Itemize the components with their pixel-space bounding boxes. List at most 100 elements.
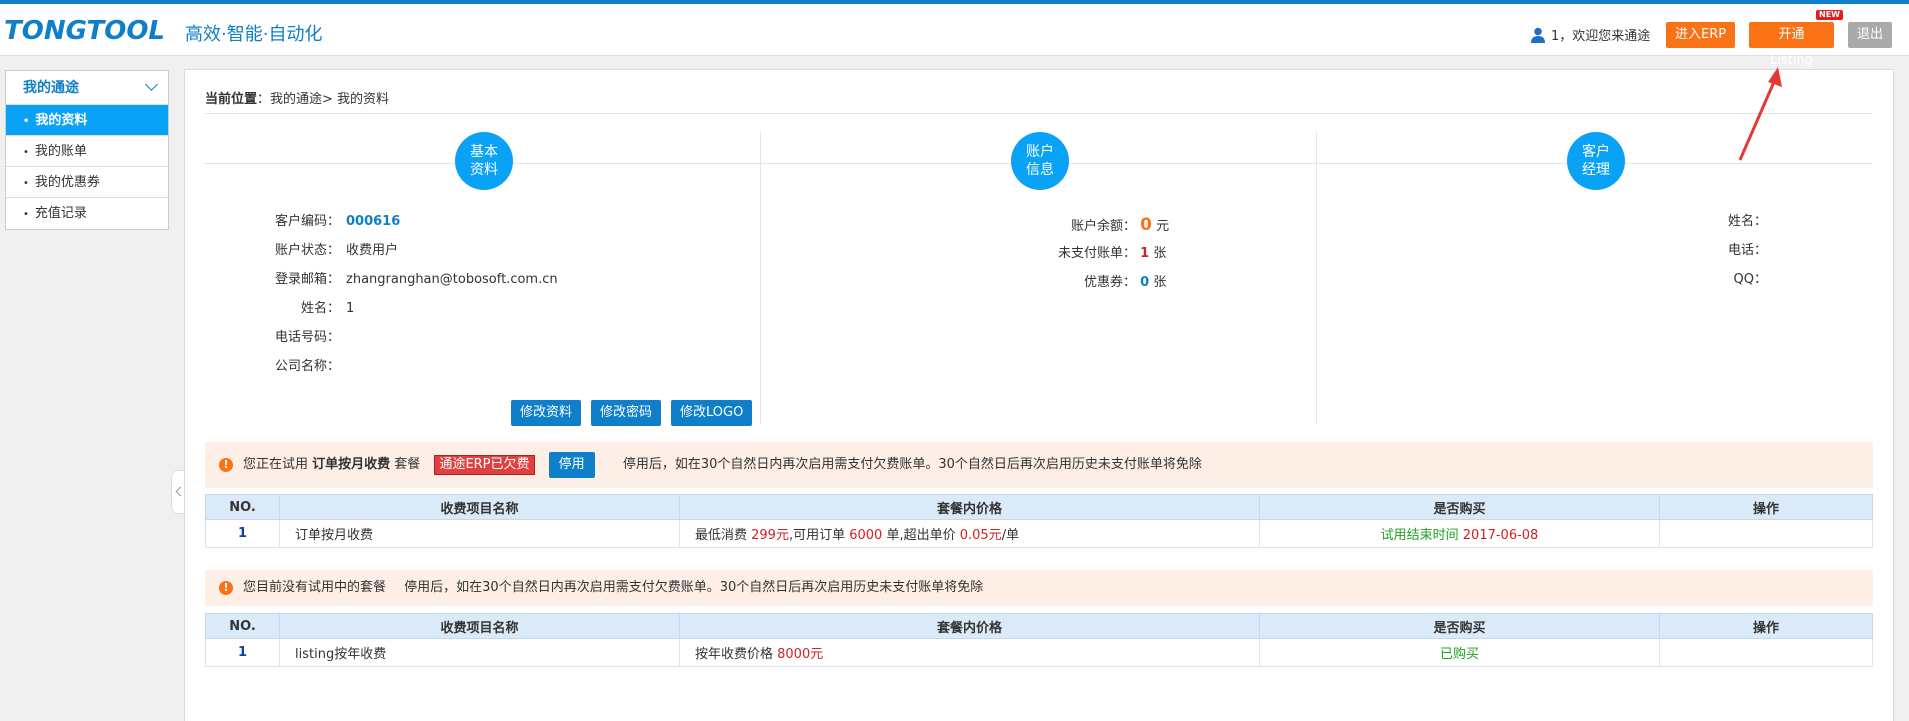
field-label: 姓名：	[300, 301, 340, 316]
balance-row: 账户余额： 0 元	[761, 213, 1169, 237]
badge-line: 资料	[470, 162, 498, 178]
price-orders: 6000	[849, 528, 883, 543]
breadcrumb-path: ：我的通途> 我的资料	[257, 92, 390, 107]
price-text: 按年收费价格	[695, 647, 778, 662]
name-row: 姓名： 1	[205, 299, 354, 319]
col-no: NO.	[205, 494, 280, 520]
col-actions: 操作	[1659, 494, 1873, 520]
col-no: NO.	[205, 613, 280, 639]
login-email-row: 登录邮箱： zhangranghan@tobosoft.com.cn	[205, 270, 558, 290]
notice-text: 套餐	[390, 457, 421, 472]
price-unit: 0.05元	[959, 528, 1002, 543]
row-price: 按年收费价格 8000元	[679, 638, 1260, 667]
col-price: 套餐内价格	[679, 494, 1260, 520]
field-label: 姓名：	[1727, 214, 1767, 229]
balance-value: 0	[1140, 215, 1152, 235]
col-purchased: 是否购买	[1259, 494, 1660, 520]
divider	[205, 113, 1873, 114]
sidebar-title[interactable]: 我的通途	[6, 71, 168, 105]
login-email-value: zhangranghan@tobosoft.com.cn	[346, 272, 558, 287]
badge-line: 基本	[470, 144, 498, 160]
unpaid-bills-row: 未支付账单： 1 张	[761, 244, 1166, 264]
account-info-badge: 账户 信息	[1011, 132, 1069, 190]
plan-table-1: NO. 收费项目名称 套餐内价格 是否购买 操作 1 订单按月收费 最低消费 2…	[205, 494, 1873, 548]
overdue-tag: 通途ERP已欠费	[434, 455, 535, 475]
row-actions	[1659, 519, 1873, 548]
notice-info: 停用后，如在30个自然日内再次启用需支付欠费账单。30个自然日后再次启用历史未支…	[622, 457, 1202, 472]
manager-qq-row: QQ：	[1317, 270, 1767, 290]
row-no: 1	[205, 638, 280, 667]
customer-code-row: 客户编码： 000616	[205, 212, 400, 232]
sidebar-item-my-bills[interactable]: 我的账单	[6, 136, 168, 167]
price-text: /单	[1001, 528, 1020, 543]
badge-line: 信息	[1026, 162, 1054, 178]
new-badge: NEW	[1816, 10, 1843, 20]
breadcrumb: 当前位置：我的通途> 我的资料	[205, 88, 389, 107]
phone-row: 电话号码：	[205, 328, 346, 348]
field-label: QQ：	[1733, 272, 1767, 287]
col-price: 套餐内价格	[679, 613, 1260, 639]
plan-table-2: NO. 收费项目名称 套餐内价格 是否购买 操作 1 listing按年收费 按…	[205, 613, 1873, 667]
field-label: 账户状态：	[274, 243, 340, 258]
badge-line: 经理	[1582, 162, 1610, 178]
field-label: 登录邮箱：	[274, 272, 340, 287]
company-row: 公司名称：	[205, 357, 346, 377]
info-columns: 基本 资料 客户编码： 000616 账户状态： 收费用户 登录邮箱： zhangra…	[205, 132, 1873, 426]
basic-info-badge: 基本 资料	[455, 132, 513, 190]
sidebar-item-my-coupons[interactable]: 我的优惠券	[6, 167, 168, 198]
col-item-name: 收费项目名称	[279, 494, 680, 520]
chevron-down-icon[interactable]	[145, 78, 158, 91]
account-manager-section: 客户 经理 姓名： 电话： QQ：	[1317, 132, 1873, 424]
manager-name-row: 姓名：	[1317, 212, 1767, 232]
top-header: TONGTOOL 高效·智能·自动化 1，欢迎您来通途 进入ERP 开通List…	[0, 0, 1909, 68]
welcome-text: 1，欢迎您来通途	[1531, 25, 1650, 44]
warning-icon: !	[219, 458, 233, 472]
warning-icon: !	[219, 581, 233, 595]
table-row: 1 订单按月收费 最低消费 299元,可用订单 6000 单,超出单价 0.05…	[205, 519, 1873, 548]
row-item-name: listing按年收费	[279, 638, 680, 667]
table-row: 1 listing按年收费 按年收费价格 8000元 已购买	[205, 638, 1873, 667]
price-text: ,可用订单	[788, 528, 850, 543]
edit-profile-button[interactable]: 修改资料	[511, 400, 582, 426]
trial-end-label: 试用结束时间	[1380, 528, 1463, 543]
notice-text: 您目前没有试用中的套餐	[243, 580, 387, 595]
logout-button[interactable]: 退出	[1848, 22, 1893, 48]
row-purchase-status: 试用结束时间 2017-06-08	[1259, 519, 1660, 548]
main-panel: 当前位置：我的通途> 我的资料 基本 资料 客户编码： 000616 账户状态： 收…	[184, 69, 1894, 721]
price-text: 最低消费	[695, 528, 752, 543]
row-no: 1	[205, 519, 280, 548]
change-logo-button[interactable]: 修改LOGO	[671, 400, 753, 426]
coupon-unit: 张	[1153, 275, 1167, 290]
basic-info-section: 基本 资料 客户编码： 000616 账户状态： 收费用户 登录邮箱： zhangra…	[205, 132, 761, 426]
price-text: 单,超出单价	[882, 528, 960, 543]
tongtool-logo[interactable]: TONGTOOL	[4, 16, 165, 46]
field-label: 公司名称：	[274, 359, 340, 374]
enter-erp-button[interactable]: 进入ERP	[1666, 22, 1736, 48]
notice-info: 停用后，如在30个自然日内再次启用需支付欠费账单。30个自然日后再次启用历史未支…	[404, 580, 984, 595]
breadcrumb-label: 当前位置	[205, 92, 258, 107]
field-label: 账户余额：	[1070, 219, 1136, 234]
account-info-section: 账户 信息 账户余额： 0 元 未支付账单： 1 张 优惠券： 0 张	[761, 132, 1317, 424]
unpaid-bills-value[interactable]: 1	[1140, 246, 1149, 261]
table-header-row: NO. 收费项目名称 套餐内价格 是否购买 操作	[205, 494, 1873, 520]
notice-text: 您正在试用	[243, 457, 313, 472]
trial-notice: ! 您正在试用 订单按月收费 套餐 通途ERP已欠费 停用 停用后，如在30个自…	[205, 442, 1873, 488]
sidebar-item-my-profile[interactable]: 我的资料	[6, 105, 168, 136]
unpaid-unit: 张	[1153, 246, 1167, 261]
stop-plan-button[interactable]: 停用	[548, 452, 595, 478]
open-listing-button[interactable]: 开通Listing	[1749, 22, 1834, 68]
row-purchase-status: 已购买	[1259, 638, 1660, 667]
account-status-row: 账户状态： 收费用户	[205, 241, 398, 261]
col-purchased: 是否购买	[1259, 613, 1660, 639]
welcome-label: 1，欢迎您来通途	[1551, 29, 1651, 44]
coupon-value[interactable]: 0	[1140, 275, 1149, 290]
slogan: 高效·智能·自动化	[185, 24, 323, 45]
field-label: 优惠券：	[1083, 275, 1136, 290]
trial-end-date: 2017-06-08	[1462, 528, 1539, 543]
trial-plan-name: 订单按月收费	[312, 457, 391, 472]
change-password-button[interactable]: 修改密码	[591, 400, 662, 426]
sidebar-item-recharge-records[interactable]: 充值记录	[6, 198, 168, 229]
sidebar-title-label: 我的通途	[23, 80, 79, 96]
field-label: 电话号码：	[274, 330, 340, 345]
col-actions: 操作	[1659, 613, 1873, 639]
